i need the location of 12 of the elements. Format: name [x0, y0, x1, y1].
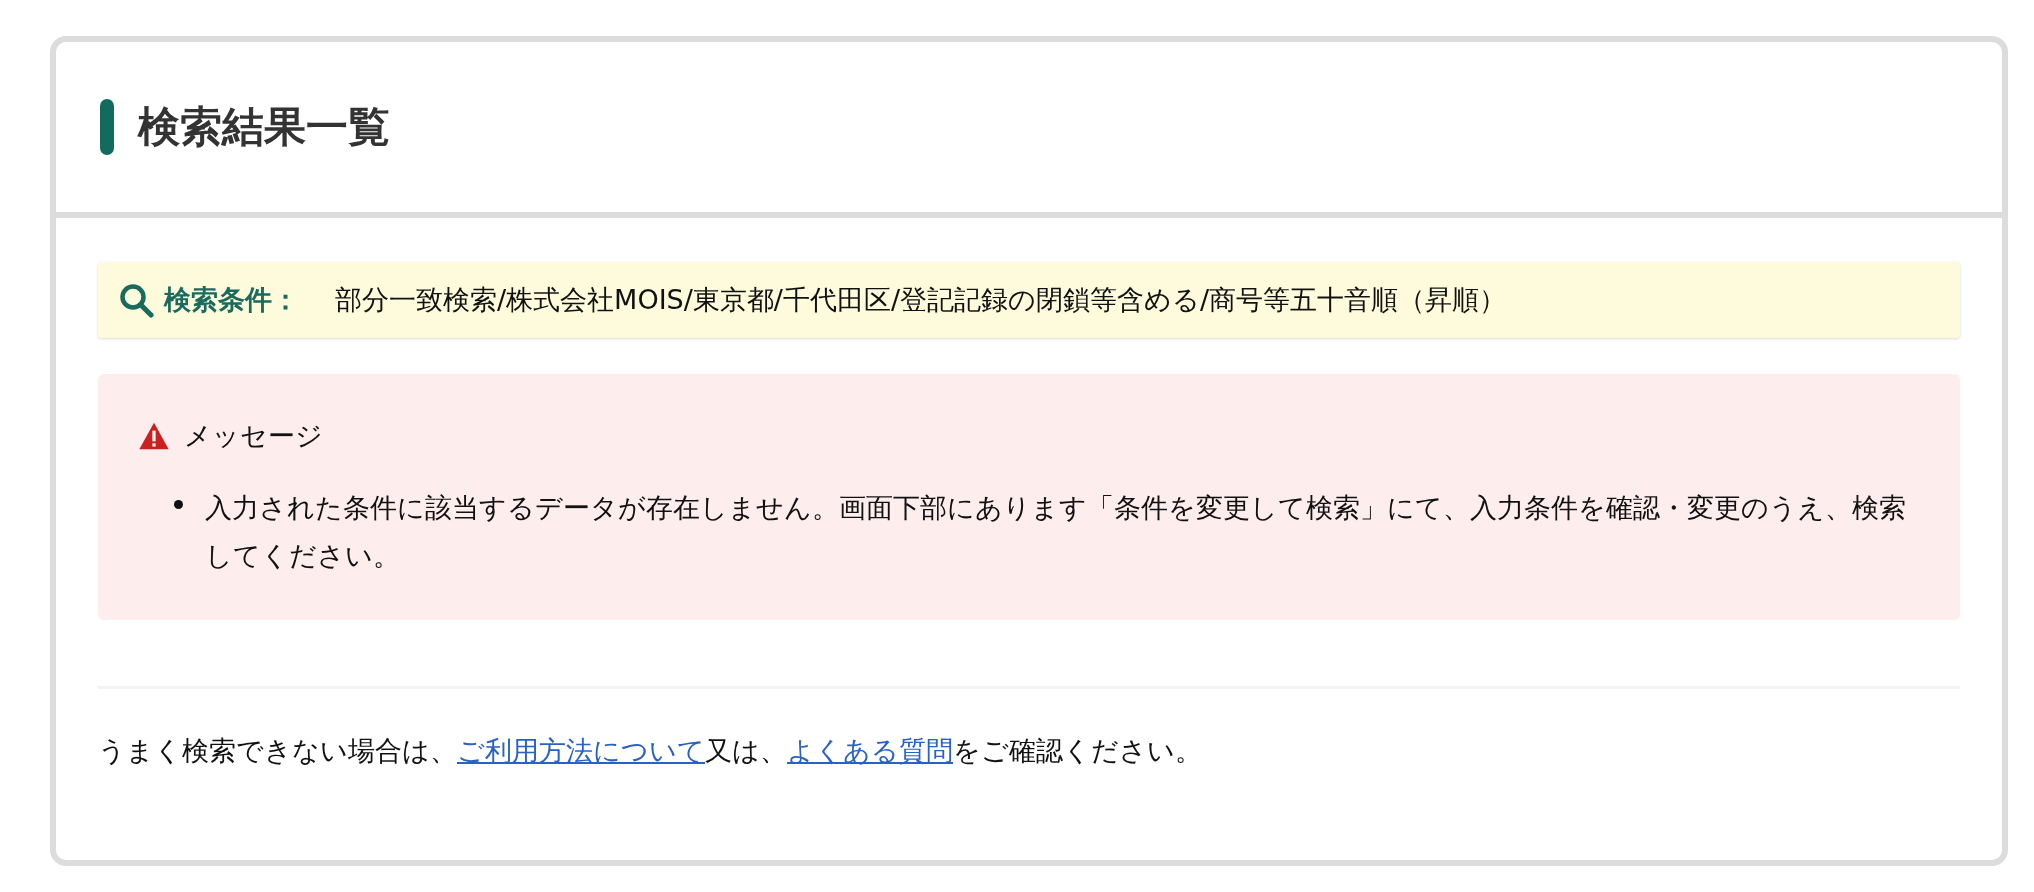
- conditions-text: 部分一致検索/株式会社MOIS/東京都/千代田区/登記記録の閉鎖等含める/商号等五十音順（昇順）: [335, 283, 1507, 317]
- help-text: うまく検索できない場合は、ご利用方法について又は、よくある質問をご確認ください。: [98, 734, 1203, 768]
- message-title: メッセージ: [184, 419, 323, 453]
- conditions-label: 検索条件：: [164, 283, 299, 317]
- search-icon: [118, 282, 154, 318]
- bullet-icon: [174, 500, 183, 509]
- heading-accent-icon: [100, 99, 114, 155]
- message-text: 入力された条件に該当するデータが存在しません。画面下部にあります「条件を変更して検索」にて、入力条件を確認・変更のうえ、検索してください。: [205, 491, 1907, 573]
- help-link[interactable]: ご利用方法について: [457, 735, 705, 766]
- warning-icon: [138, 421, 170, 451]
- panel-title: 検索結果一覧: [138, 101, 390, 153]
- help-link[interactable]: よくある質問: [787, 735, 953, 766]
